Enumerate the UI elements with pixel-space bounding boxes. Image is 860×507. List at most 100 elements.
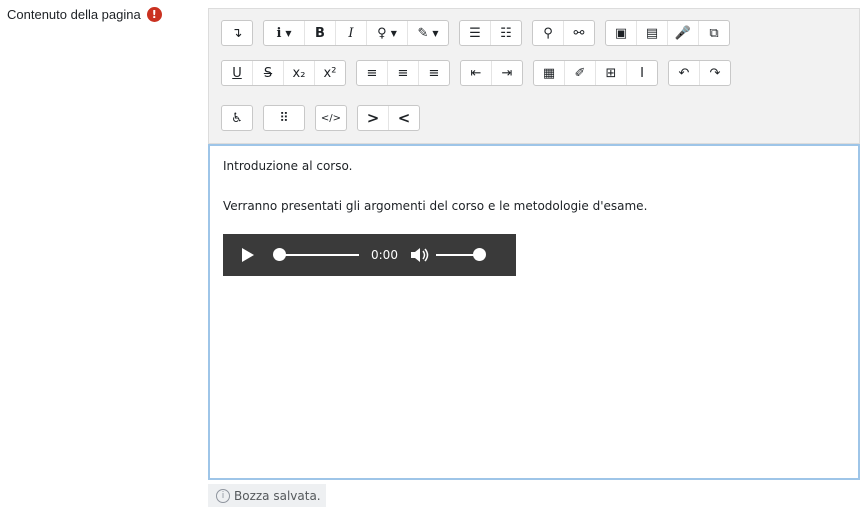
lightbulb-icon: ♀: [377, 25, 387, 41]
italic-button[interactable]: I: [336, 21, 367, 45]
volume-slider[interactable]: [435, 248, 486, 261]
bold-button[interactable]: B: [305, 21, 336, 45]
clear-formatting-button[interactable]: I: [627, 61, 657, 85]
volume-handle[interactable]: [472, 248, 486, 261]
align-center-button[interactable]: ≡: [388, 61, 419, 85]
unlink-button[interactable]: ⚯: [564, 21, 594, 45]
collapse-icon: ↴: [231, 25, 243, 41]
toolbar-group: ▣ ▤ 🎤 ⧉: [605, 20, 730, 46]
link-button[interactable]: ⚲: [533, 21, 564, 45]
toolbar-group: i ▼ B I ♀ ▼ ✎ ▼: [263, 20, 449, 46]
outdent-button[interactable]: ⇤: [461, 61, 492, 85]
link-icon: ⚲: [543, 25, 553, 41]
info-i-icon: i: [276, 25, 282, 41]
outdent-icon: ⇤: [470, 65, 482, 81]
insert-image-button[interactable]: ▣: [606, 21, 637, 45]
html-source-button[interactable]: </>: [316, 106, 346, 130]
bulleted-list-icon: ☰: [469, 25, 481, 41]
toolbar-group: ↴: [221, 20, 253, 46]
record-audio-button[interactable]: 🎤: [668, 21, 699, 45]
ordered-list-button[interactable]: ☷: [491, 21, 521, 45]
chevron-left-icon: <: [397, 109, 411, 127]
editor-content-area[interactable]: Introduzione al corso. Verranno presenta…: [208, 144, 860, 480]
undo-button[interactable]: ↶: [669, 61, 700, 85]
toolbar-group: ▦ ✐ ⊞ I: [533, 60, 658, 86]
align-right-icon: ≡: [428, 65, 440, 81]
field-label-text: Contenuto della pagina: [7, 7, 141, 22]
seek-handle[interactable]: [273, 248, 286, 261]
content-paragraph: Verranno presentati gli argomenti del co…: [223, 199, 648, 213]
redo-icon: ↷: [709, 65, 721, 81]
italic-icon: I: [348, 25, 354, 41]
toolbar-group: ♿: [221, 105, 253, 131]
strikethrough-button[interactable]: S: [253, 61, 284, 85]
direction-rtl-button[interactable]: <: [389, 106, 419, 130]
seek-slider[interactable]: [273, 248, 359, 261]
table-button[interactable]: ⊞: [596, 61, 627, 85]
align-left-button[interactable]: ≡: [357, 61, 388, 85]
subscript-button[interactable]: x₂: [284, 61, 315, 85]
collapse-button[interactable]: ↴: [222, 21, 252, 45]
superscript-button[interactable]: x²: [315, 61, 345, 85]
style-dropdown[interactable]: i ▼: [264, 21, 305, 45]
microphone-icon: 🎤: [674, 25, 692, 41]
accessibility-checker-dropdown[interactable]: ♀ ▼: [367, 21, 408, 45]
align-left-icon: ≡: [366, 65, 378, 81]
code-icon: </>: [320, 112, 342, 124]
toolbar-group: ☰ ☷: [459, 20, 522, 46]
equation-button[interactable]: ▦: [534, 61, 565, 85]
underline-button[interactable]: U: [222, 61, 253, 85]
unordered-list-button[interactable]: ☰: [460, 21, 491, 45]
insert-media-button[interactable]: ▤: [637, 21, 668, 45]
play-icon[interactable]: [241, 248, 255, 262]
toolbar-row-2: U Sx₂ x² ≡ ≡ ≡ ⇤ ⇥ ▦ ✐ ⊞ I ↶ ↷: [221, 60, 731, 86]
toolbar-group: ⚲ ⚯: [532, 20, 595, 46]
draft-status: i Bozza salvata.: [208, 484, 326, 507]
toolbar-group: ≡ ≡ ≡: [356, 60, 450, 86]
toolbar-group: ⇤ ⇥: [460, 60, 523, 86]
toolbar-group: U Sx₂ x²: [221, 60, 346, 86]
toolbar-group: > <: [357, 105, 420, 131]
indent-button[interactable]: ⇥: [492, 61, 522, 85]
direction-ltr-button[interactable]: >: [358, 106, 389, 130]
manage-files-button[interactable]: ⧉: [699, 21, 729, 45]
draft-status-text: Bozza salvata.: [234, 488, 321, 503]
accessibility-icon: ♿: [231, 110, 243, 126]
align-right-button[interactable]: ≡: [419, 61, 449, 85]
special-chars-button[interactable]: ✐: [565, 61, 596, 85]
paintbrush-icon: ✎: [417, 25, 429, 41]
toolbar-group: ⠿: [263, 105, 305, 131]
undo-icon: ↶: [678, 65, 690, 81]
redo-button[interactable]: ↷: [700, 61, 730, 85]
rich-text-editor: ↴ i ▼ B I ♀ ▼ ✎ ▼ ☰ ☷ ⚲ ⚯ ▣ ▤ 🎤 ⧉ U Sx₂ x² ≡ ≡ ≡ ⇤ ⇥ ▦ ✐ ⊞ I ↶ ↷ ♿ ⠿ </…: [208, 8, 860, 480]
audio-player: 0:00: [223, 234, 516, 276]
superscript-icon: x²: [323, 65, 337, 81]
caret-down-icon: ▼: [285, 28, 292, 38]
info-icon: i: [216, 488, 230, 503]
indent-icon: ⇥: [501, 65, 513, 81]
content-paragraph: Introduzione al corso.: [223, 159, 353, 173]
toolbar-row-1: ↴ i ▼ B I ♀ ▼ ✎ ▼ ☰ ☷ ⚲ ⚯ ▣ ▤ 🎤 ⧉: [221, 20, 730, 46]
chevron-right-icon: >: [366, 109, 380, 127]
subscript-icon: x₂: [292, 65, 306, 81]
toolbar-row-3: ♿ ⠿ </> > <: [221, 105, 420, 131]
align-center-icon: ≡: [397, 65, 409, 81]
files-icon: ⧉: [709, 25, 719, 41]
bold-icon: B: [315, 25, 325, 41]
edit-icon: ✐: [574, 65, 586, 81]
accessibility-helper-button[interactable]: ♿: [222, 106, 252, 130]
font-color-dropdown[interactable]: ✎ ▼: [408, 21, 448, 45]
cursor-icon: I: [640, 65, 644, 81]
volume-icon[interactable]: [410, 247, 430, 263]
media-icon: ▤: [645, 25, 659, 41]
audio-time: 0:00: [371, 248, 398, 262]
toolbar-group: ↶ ↷: [668, 60, 731, 86]
caret-down-icon: ▼: [432, 28, 439, 38]
screenreader-helper-button[interactable]: ⠿: [264, 106, 304, 130]
field-label: Contenuto della pagina !: [7, 7, 162, 22]
caret-down-icon: ▼: [390, 28, 397, 38]
exclamation-icon: !: [146, 7, 162, 22]
calculator-icon: ▦: [542, 65, 556, 81]
table-icon: ⊞: [605, 65, 617, 81]
toolbar-group: </>: [315, 105, 347, 131]
